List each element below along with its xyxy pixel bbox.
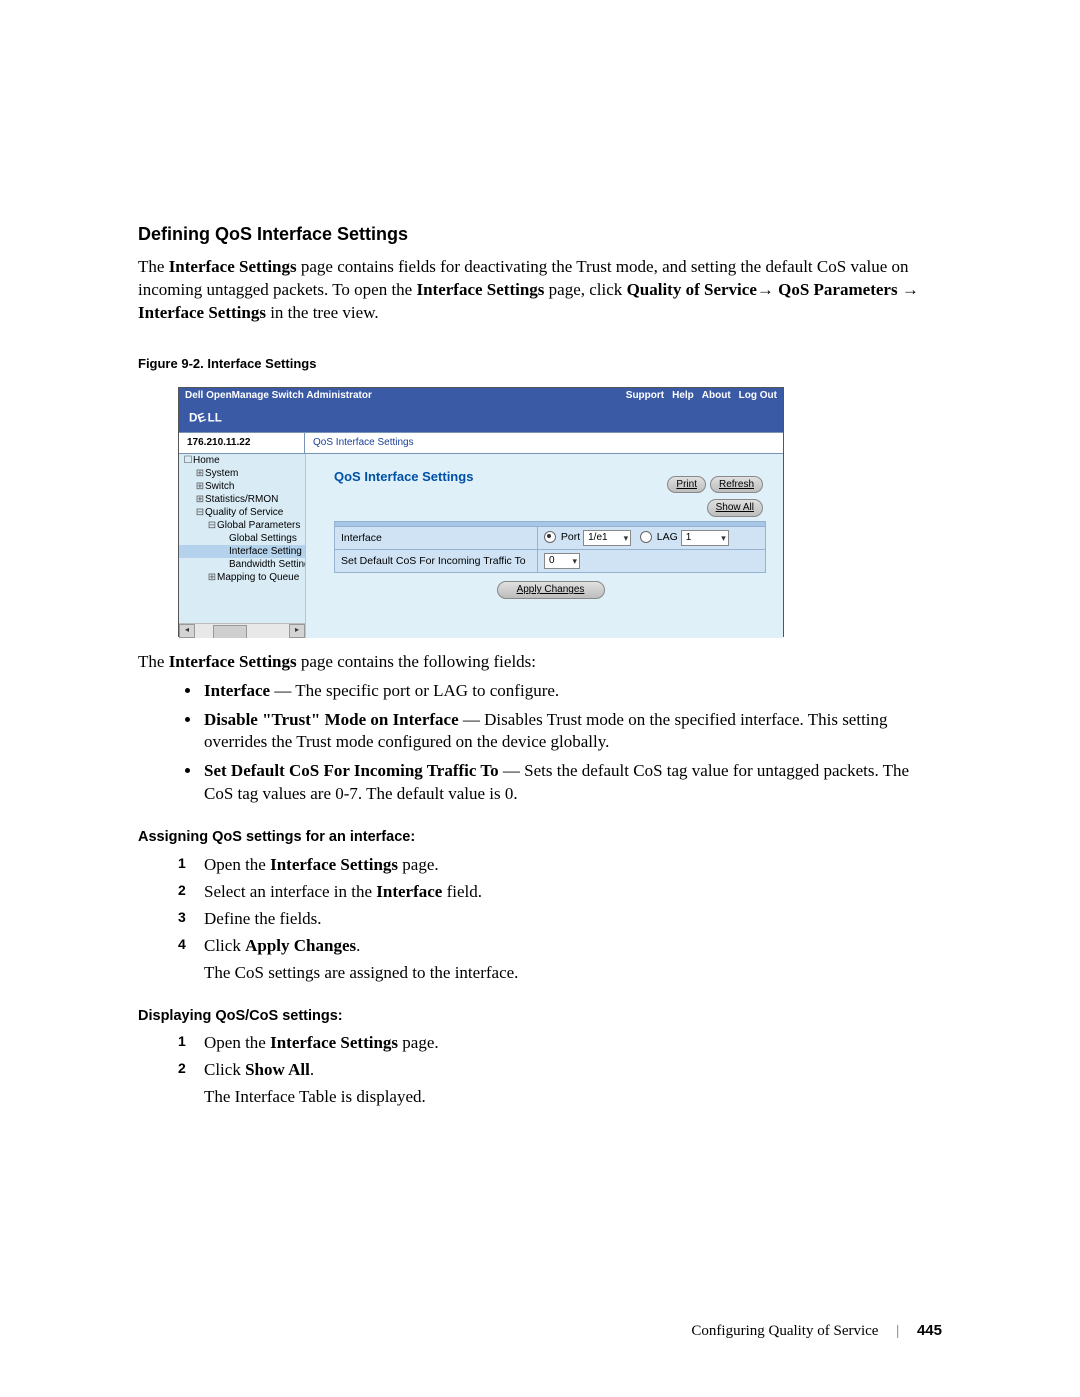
text: page, click [544, 280, 626, 299]
table-row: Set Default CoS For Incoming Traffic To … [335, 550, 766, 573]
help-link[interactable]: Help [672, 389, 694, 403]
assign-heading: Assigning QoS settings for an interface: [138, 828, 942, 848]
dell-logo-icon: DELL [189, 409, 259, 427]
tree-item[interactable]: Bandwidth Setting [179, 558, 305, 571]
text-bold: Quality of Service [627, 280, 757, 299]
scroll-left-icon[interactable]: ◂ [179, 624, 195, 638]
separator: | [896, 1323, 899, 1339]
step-item: 3Define the fields. [178, 908, 942, 931]
step-item: 1Open the Interface Settings page. [178, 854, 942, 877]
text-bold: Interface Settings [416, 280, 544, 299]
main-panel: QoS Interface Settings Print Refresh Sho… [306, 454, 783, 638]
text-bold: Interface Settings [169, 257, 297, 276]
support-link[interactable]: Support [626, 389, 664, 403]
print-button[interactable]: Print [667, 476, 706, 494]
lag-select[interactable]: 1 [681, 530, 729, 546]
figure-screenshot: Dell OpenManage Switch Administrator Sup… [178, 387, 784, 637]
default-cos-select[interactable]: 0 [544, 553, 580, 569]
port-select[interactable]: 1/e1 [583, 530, 631, 546]
tree-item[interactable]: ⊞Switch [179, 480, 305, 493]
list-item: Interface — The specific port or LAG to … [202, 680, 942, 703]
scroll-right-icon[interactable]: ▸ [289, 624, 305, 638]
list-item: Set Default CoS For Incoming Traffic To … [202, 760, 942, 806]
fields-intro: The Interface Settings page contains the… [138, 651, 942, 674]
text: page contains the following fields: [297, 652, 536, 671]
lag-radio[interactable] [640, 531, 652, 543]
breadcrumb: QoS Interface Settings [305, 433, 783, 453]
tree-item[interactable]: ⊞Statistics/RMON [179, 493, 305, 506]
step-item: 2Select an interface in the Interface fi… [178, 881, 942, 904]
display-result: The Interface Table is displayed. [204, 1086, 942, 1109]
list-item: Disable "Trust" Mode on Interface — Disa… [202, 709, 942, 755]
svg-text:LL: LL [208, 411, 222, 424]
text-bold: Interface Settings [169, 652, 297, 671]
logo-bar: DELL [179, 404, 783, 432]
chapter-name: Configuring Quality of Service [691, 1323, 878, 1339]
text: in the tree view. [266, 303, 379, 322]
device-ip: 176.210.11.22 [179, 433, 305, 453]
display-heading: Displaying QoS/CoS settings: [138, 1007, 942, 1027]
figure-caption: Figure 9-2. Interface Settings [138, 355, 942, 373]
tree-item[interactable]: ⊞Mapping to Queue [179, 571, 305, 584]
page-number: 445 [917, 1322, 942, 1339]
tree-item[interactable]: Global Settings [179, 532, 305, 545]
default-cos-label: Set Default CoS For Incoming Traffic To [341, 555, 526, 567]
text: → [898, 280, 919, 299]
assign-steps: 1Open the Interface Settings page. 2Selec… [138, 854, 942, 958]
scroll-thumb[interactable] [213, 625, 247, 638]
port-radio[interactable] [544, 531, 556, 543]
page-footer: Configuring Quality of Service | 445 [691, 1321, 942, 1341]
intro-paragraph: The Interface Settings page contains fie… [138, 256, 942, 325]
app-title-bar: Dell OpenManage Switch Administrator Sup… [179, 388, 783, 404]
section-heading: Defining QoS Interface Settings [138, 222, 942, 246]
step-item: 4Click Apply Changes. [178, 935, 942, 958]
about-link[interactable]: About [702, 389, 731, 403]
tree-item[interactable]: ⊟Quality of Service [179, 506, 305, 519]
arrow: → [757, 280, 778, 299]
tree-item[interactable]: ⊟Global Parameters [179, 519, 305, 532]
tree-item[interactable]: ⊞System [179, 467, 305, 480]
app-title: Dell OpenManage Switch Administrator [185, 389, 372, 403]
step-item: 2Click Show All. [178, 1059, 942, 1082]
breadcrumb-bar: 176.210.11.22 QoS Interface Settings [179, 432, 783, 454]
text: The [138, 257, 169, 276]
interface-label: Interface [341, 532, 382, 544]
lag-label: LAG [657, 531, 678, 543]
text: The [138, 652, 169, 671]
apply-changes-button[interactable]: Apply Changes [497, 581, 605, 599]
port-label: Port [561, 531, 580, 543]
field-list: Interface — The specific port or LAG to … [138, 680, 942, 807]
tree-scrollbar[interactable]: ◂ ▸ [179, 623, 305, 638]
settings-table: Interface Port 1/e1 LAG 1 [334, 521, 766, 573]
table-row: Interface Port 1/e1 LAG 1 [335, 527, 766, 550]
step-item: 1Open the Interface Settings page. [178, 1032, 942, 1055]
tree-item[interactable]: ☐Home [179, 454, 305, 467]
display-steps: 1Open the Interface Settings page. 2Click… [138, 1032, 942, 1082]
text-bold: Interface Settings [138, 303, 266, 322]
nav-tree[interactable]: ☐Home⊞System⊞Switch⊞Statistics/RMON⊟Qual… [179, 454, 306, 638]
logout-link[interactable]: Log Out [739, 389, 777, 403]
tree-item[interactable]: Interface Setting [179, 545, 305, 558]
text-bold: QoS Parameters [778, 280, 897, 299]
assign-result: The CoS settings are assigned to the int… [204, 962, 942, 985]
show-all-button[interactable]: Show All [707, 499, 763, 517]
refresh-button[interactable]: Refresh [710, 476, 763, 494]
